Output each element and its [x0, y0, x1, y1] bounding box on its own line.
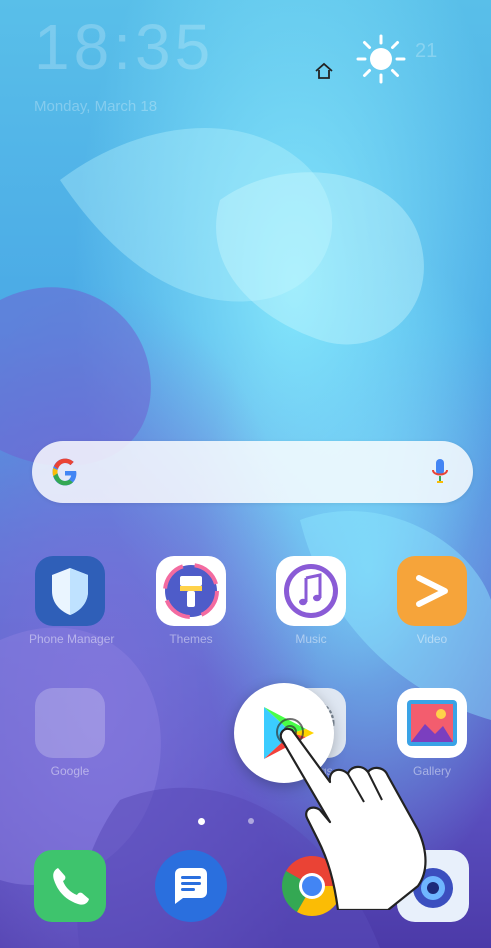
- home-icon: [315, 62, 333, 79]
- hand-pointer-icon: [276, 718, 427, 910]
- app-label: Video: [416, 632, 448, 646]
- folder-icon: [35, 688, 105, 758]
- play-icon: [397, 556, 467, 626]
- app-phone-manager[interactable]: Phone Manager: [29, 556, 115, 646]
- clock-time: 18:35: [34, 11, 215, 83]
- dock-messages[interactable]: [155, 850, 227, 922]
- page-dot: [248, 818, 254, 824]
- phone-icon: [34, 850, 106, 922]
- music-note-icon: [276, 556, 346, 626]
- sun-icon[interactable]: [355, 33, 407, 85]
- messages-icon: [155, 850, 227, 922]
- paintbrush-icon: [156, 556, 226, 626]
- google-search-bar[interactable]: [32, 441, 473, 503]
- app-google-folder[interactable]: Google: [29, 688, 111, 778]
- clock-date: Monday, March 18: [34, 98, 158, 115]
- weather-temperature: 21: [415, 40, 438, 62]
- app-label: Google: [50, 764, 90, 778]
- app-themes[interactable]: Themes: [150, 556, 232, 646]
- app-label: Phone Manager: [29, 632, 115, 646]
- google-g-icon: [52, 458, 77, 486]
- app-music[interactable]: Music: [270, 556, 352, 646]
- app-label: Themes: [169, 632, 213, 646]
- app-label: Music: [295, 632, 327, 646]
- mic-icon[interactable]: [431, 457, 449, 487]
- page-indicator: [198, 818, 258, 826]
- shield-icon: [35, 556, 105, 626]
- dock-phone[interactable]: [34, 850, 106, 922]
- home-screen: 18:35 Monday, March 18 21 Phone Manager …: [0, 0, 491, 948]
- page-dot-active: [198, 818, 205, 825]
- app-video[interactable]: Video: [391, 556, 473, 646]
